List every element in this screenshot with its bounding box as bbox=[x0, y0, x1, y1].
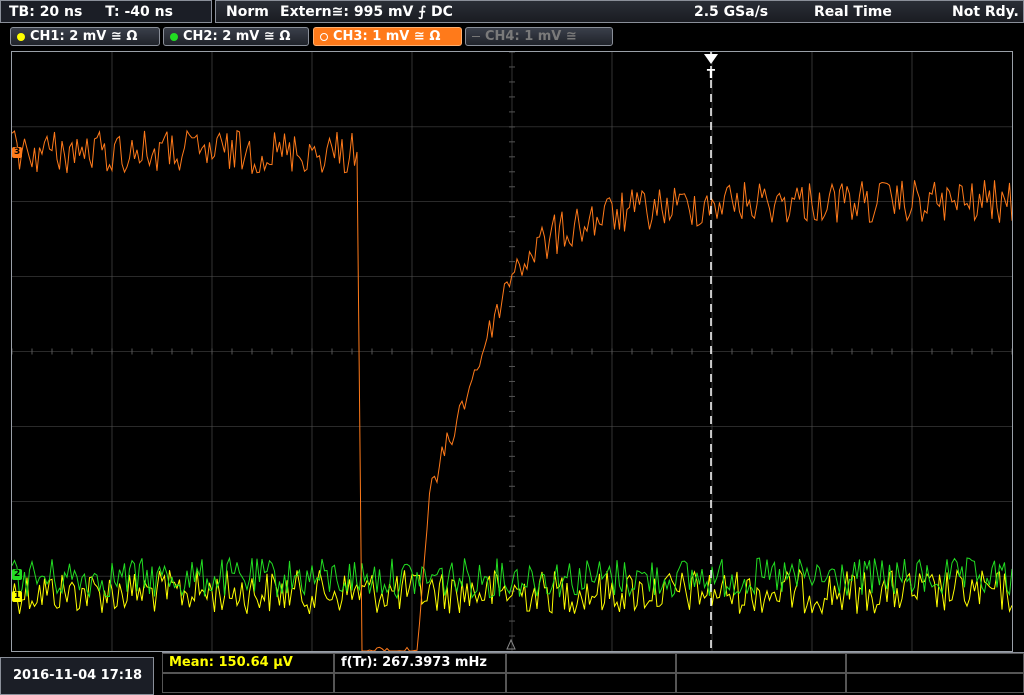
measurement-slot-3[interactable] bbox=[506, 653, 676, 673]
top-status-bar: TB: 20 ns T: -40 ns Norm Extern≅: 995 mV… bbox=[0, 0, 1024, 25]
ch4-dash-icon bbox=[472, 36, 480, 37]
graticule bbox=[12, 52, 1012, 651]
acquisition-mode: Real Time bbox=[814, 4, 892, 20]
ch2-dot-icon bbox=[170, 32, 178, 41]
trigger-info-bar[interactable]: Norm Extern≅: 995 mV ⨍ DC 2.5 GSa/s Real… bbox=[215, 0, 1024, 23]
measurement-slot-8[interactable] bbox=[506, 673, 676, 693]
measurement-panel[interactable]: Mean: 150.64 μV f(Tr): 267.3973 mHz bbox=[162, 652, 1024, 695]
measurement-slot-6[interactable] bbox=[162, 673, 334, 693]
measurement-slot-9[interactable] bbox=[676, 673, 846, 693]
trigger-marker-label: T bbox=[707, 67, 716, 81]
channel-tab-ch1[interactable]: CH1: 2 mV ≅ Ω bbox=[10, 27, 160, 46]
mean-measurement[interactable]: Mean: 150.64 μV bbox=[162, 653, 334, 673]
ch2-offset-marker[interactable]: 2 bbox=[12, 569, 23, 580]
date-time: 2016-11-04 17:18 bbox=[0, 657, 154, 695]
timebase-box[interactable]: TB: 20 ns T: -40 ns bbox=[0, 0, 212, 23]
center-marker-icon bbox=[506, 638, 516, 650]
bottom-bar: 2016-11-04 17:18 Mean: 150.64 μV f(Tr): … bbox=[0, 652, 1024, 695]
ch1-dot-icon bbox=[17, 32, 25, 41]
trigger-mode: Norm bbox=[226, 4, 269, 20]
ch1-offset-marker[interactable]: 1 bbox=[12, 591, 23, 602]
timebase-label: TB: 20 ns bbox=[9, 4, 83, 20]
ch3-label: CH3: 1 mV ≅ Ω bbox=[333, 29, 441, 44]
sample-rate: 2.5 GSa/s bbox=[694, 4, 769, 20]
frequency-measurement[interactable]: f(Tr): 267.3973 mHz bbox=[334, 653, 506, 673]
measurement-slot-4[interactable] bbox=[676, 653, 846, 673]
trigger-source: Extern≅: 995 mV ⨍ DC bbox=[280, 4, 453, 20]
ch2-label: CH2: 2 mV ≅ Ω bbox=[183, 29, 291, 44]
measurement-slot-5[interactable] bbox=[846, 653, 1024, 673]
measurement-slot-10[interactable] bbox=[846, 673, 1024, 693]
trigger-arrow-icon[interactable] bbox=[704, 54, 718, 64]
channel-tab-ch2[interactable]: CH2: 2 mV ≅ Ω bbox=[163, 27, 309, 46]
trigger-time-label: T: -40 ns bbox=[105, 4, 173, 20]
ch1-label: CH1: 2 mV ≅ Ω bbox=[30, 29, 138, 44]
trigger-status: Not Rdy. bbox=[952, 4, 1019, 20]
channel-tab-ch4[interactable]: CH4: 1 mV ≅ bbox=[465, 27, 613, 46]
ch3-offset-marker[interactable]: 3 bbox=[12, 147, 23, 158]
waveform-display[interactable]: T 3 2 1 bbox=[11, 51, 1013, 652]
ch3-dot-icon bbox=[320, 32, 328, 41]
channel-tabs: CH1: 2 mV ≅ Ω CH2: 2 mV ≅ Ω CH3: 1 mV ≅ … bbox=[0, 27, 1024, 47]
ch4-label: CH4: 1 mV ≅ bbox=[485, 29, 577, 44]
channel-tab-ch3[interactable]: CH3: 1 mV ≅ Ω bbox=[313, 27, 462, 46]
measurement-slot-7[interactable] bbox=[334, 673, 506, 693]
waveform-plot: T bbox=[12, 52, 1012, 651]
